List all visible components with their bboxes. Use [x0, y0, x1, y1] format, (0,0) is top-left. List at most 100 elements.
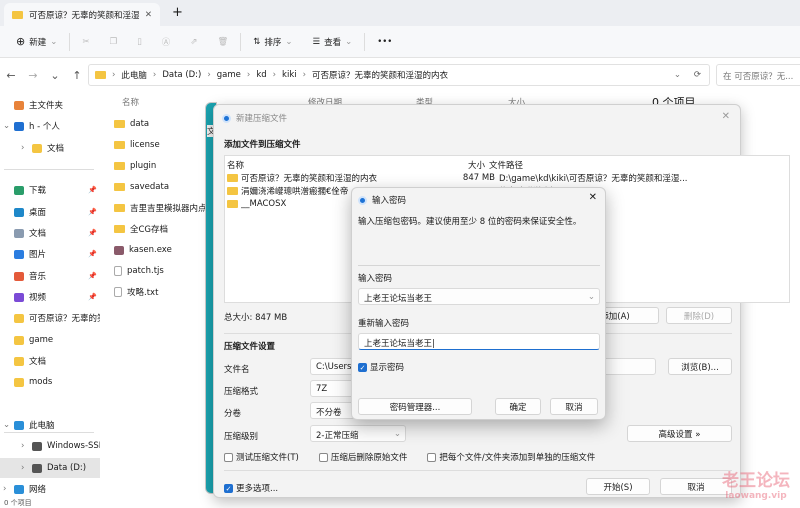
copy-button[interactable]: ❐	[101, 37, 125, 47]
delete-after-checkbox[interactable]: 压缩后删除原始文件	[318, 451, 407, 463]
breadcrumb-item[interactable]: kd	[256, 70, 266, 80]
file-item[interactable]: data	[114, 114, 149, 134]
breadcrumb-item[interactable]: game	[217, 70, 241, 80]
sidebar-item-label: 文档	[29, 357, 47, 367]
folder-icon	[227, 199, 238, 208]
breadcrumb-item[interactable]: kiki	[282, 70, 297, 80]
paste-button[interactable]: ▯	[129, 37, 150, 47]
list-icon: ☰	[312, 36, 321, 47]
delete-button[interactable]: 🗑	[209, 37, 236, 47]
sidebar: 主文件夹 ⌄ h - 个人 › 文档 下载 📌 桌面 📌 文档 📌 图片 📌 音乐 📌 视频 📌 可否原谅？无辜的…	[0, 92, 100, 506]
file-item[interactable]: kasen.exe	[114, 240, 172, 260]
chevron-down-icon[interactable]: ⌄	[588, 292, 595, 302]
file-item[interactable]: plugin	[114, 156, 156, 176]
new-button[interactable]: ⊕ 新建 ⌄	[8, 35, 65, 48]
ok-button[interactable]: 确定	[495, 398, 541, 415]
file-item[interactable]: 全CG存档	[114, 219, 168, 239]
status-bar: 0 个项目	[4, 499, 32, 507]
close-icon[interactable]: ✕	[722, 111, 730, 122]
tab-explorer[interactable]: 可否原谅？无辜的笑颜和淫湿的 ✕	[4, 3, 160, 26]
dropdown-icon[interactable]: ⌄	[674, 70, 681, 80]
sidebar-item[interactable]: 音乐 📌	[0, 266, 100, 286]
app-logo-icon	[222, 113, 231, 123]
file-icon	[114, 266, 122, 276]
start-button[interactable]: 开始(S)	[586, 478, 650, 495]
password-input[interactable]: 上老王论坛当老王 ⌄	[358, 288, 600, 305]
sidebar-item[interactable]: 视频 📌	[0, 287, 100, 307]
sidebar-item[interactable]: 图片 📌	[0, 244, 100, 264]
search-input[interactable]: 在 可否原谅？无...	[716, 64, 800, 86]
sort-button[interactable]: ⇅ 排序 ⌄	[245, 36, 300, 48]
sidebar-item-label: h - 个人	[29, 122, 60, 132]
browse-button[interactable]: 浏览(B)...	[668, 358, 732, 375]
cut-button[interactable]: ✂	[74, 37, 97, 47]
sidebar-item[interactable]: 文档	[0, 351, 100, 371]
sidebar-icon	[14, 292, 24, 302]
rename-icon: Ⓐ	[161, 37, 171, 48]
sidebar-item[interactable]: › Data (D:)	[0, 458, 100, 478]
breadcrumb[interactable]: › 此电脑 › Data (D:) › game › kd › kiki › 可否原谅？无辜…	[88, 64, 710, 86]
folder-icon	[227, 173, 238, 182]
sidebar-item[interactable]: 桌面 📌	[0, 202, 100, 222]
breadcrumb-item[interactable]: 此电脑	[121, 69, 147, 81]
sidebar-icon	[14, 335, 24, 345]
breadcrumb-item[interactable]: Data (D:)	[162, 70, 201, 80]
column-name[interactable]: 名称	[122, 96, 139, 108]
separate-archives-checkbox[interactable]: 把每个文件/文件夹添加到单独的压缩文件	[427, 451, 595, 463]
refresh-icon[interactable]: ⟳	[694, 70, 701, 80]
file-item[interactable]: patch.tjs	[114, 261, 164, 281]
sidebar-item-label: 视频	[29, 293, 47, 303]
password-manager-button[interactable]: 密码管理器...	[358, 398, 472, 415]
more-button[interactable]: •••	[369, 37, 400, 47]
sidebar-icon	[14, 271, 24, 281]
folder-icon	[114, 120, 125, 128]
expand-chevron-icon[interactable]: ›	[21, 463, 24, 473]
back-icon[interactable]: ←	[0, 69, 22, 82]
sidebar-item[interactable]: game	[0, 330, 100, 350]
close-tab-icon[interactable]: ✕	[145, 10, 152, 20]
remove-button[interactable]: 删除(D)	[666, 307, 732, 324]
expand-chevron-icon[interactable]: ⌄	[3, 121, 10, 131]
sidebar-item[interactable]: 文档 📌	[0, 223, 100, 243]
sidebar-item[interactable]: › 网络	[0, 479, 100, 499]
sidebar-item[interactable]: ⌄ h - 个人	[0, 116, 100, 136]
view-button[interactable]: ☰ 查看 ⌄	[305, 36, 361, 48]
expand-chevron-icon[interactable]: ›	[3, 484, 6, 494]
recent-chevron-icon[interactable]: ⌄	[44, 69, 66, 82]
forward-icon[interactable]: →	[22, 69, 44, 82]
up-icon[interactable]: ↑	[66, 69, 88, 82]
expand-chevron-icon[interactable]: ⌄	[3, 420, 10, 430]
sidebar-item-label: Data (D:)	[47, 463, 87, 473]
more-options-checkbox[interactable]: ✓ 更多选项...	[224, 482, 278, 494]
advanced-settings-button[interactable]: 高级设置 »	[627, 425, 732, 442]
test-archive-checkbox[interactable]: 测试压缩文件(T)	[224, 451, 299, 463]
rename-button[interactable]: Ⓐ	[154, 36, 179, 48]
file-item[interactable]: 吉里吉里模拟器内点击	[114, 198, 215, 218]
sidebar-item[interactable]: 可否原谅？无辜的笑	[0, 308, 100, 328]
expand-chevron-icon[interactable]: ›	[21, 441, 24, 451]
sidebar-item[interactable]: mods	[0, 372, 100, 392]
file-item[interactable]: savedata	[114, 177, 169, 197]
file-item[interactable]: license	[114, 135, 160, 155]
file-item[interactable]: 攻略.txt	[114, 282, 158, 302]
new-tab-button[interactable]: +	[172, 5, 183, 20]
sidebar-item[interactable]: › Windows-SSD (C	[0, 436, 100, 456]
folder-icon	[114, 141, 125, 149]
copy-icon: ❐	[109, 36, 118, 47]
expand-chevron-icon[interactable]: ›	[21, 143, 24, 153]
breadcrumb-item[interactable]: 可否原谅？无辜的笑颜和淫湿的内衣	[312, 69, 448, 81]
tab-bar: 可否原谅？无辜的笑颜和淫湿的 ✕ +	[0, 0, 800, 26]
sidebar-item[interactable]: 主文件夹	[0, 95, 100, 115]
cancel-button[interactable]: 取消	[550, 398, 598, 415]
sidebar-item[interactable]: 下载 📌	[0, 180, 100, 200]
show-password-checkbox[interactable]: ✓ 显示密码	[358, 361, 404, 373]
confirm-password-input[interactable]: 上老王论坛当老王|	[358, 333, 600, 350]
sidebar-icon	[14, 207, 24, 217]
close-icon[interactable]: ✕	[589, 192, 597, 203]
sidebar-item[interactable]: › 文档	[0, 138, 100, 158]
share-button[interactable]: ⇗	[182, 37, 205, 47]
sidebar-item-label: mods	[29, 377, 53, 387]
archive-row[interactable]: 可否原谅？无辜的笑颜和淫湿的内衣 847 MB D:\game\kd\kiki\可否…	[227, 171, 787, 184]
level-select[interactable]: 2-正常压缩 ⌄	[310, 425, 406, 442]
sidebar-icon	[14, 228, 24, 238]
